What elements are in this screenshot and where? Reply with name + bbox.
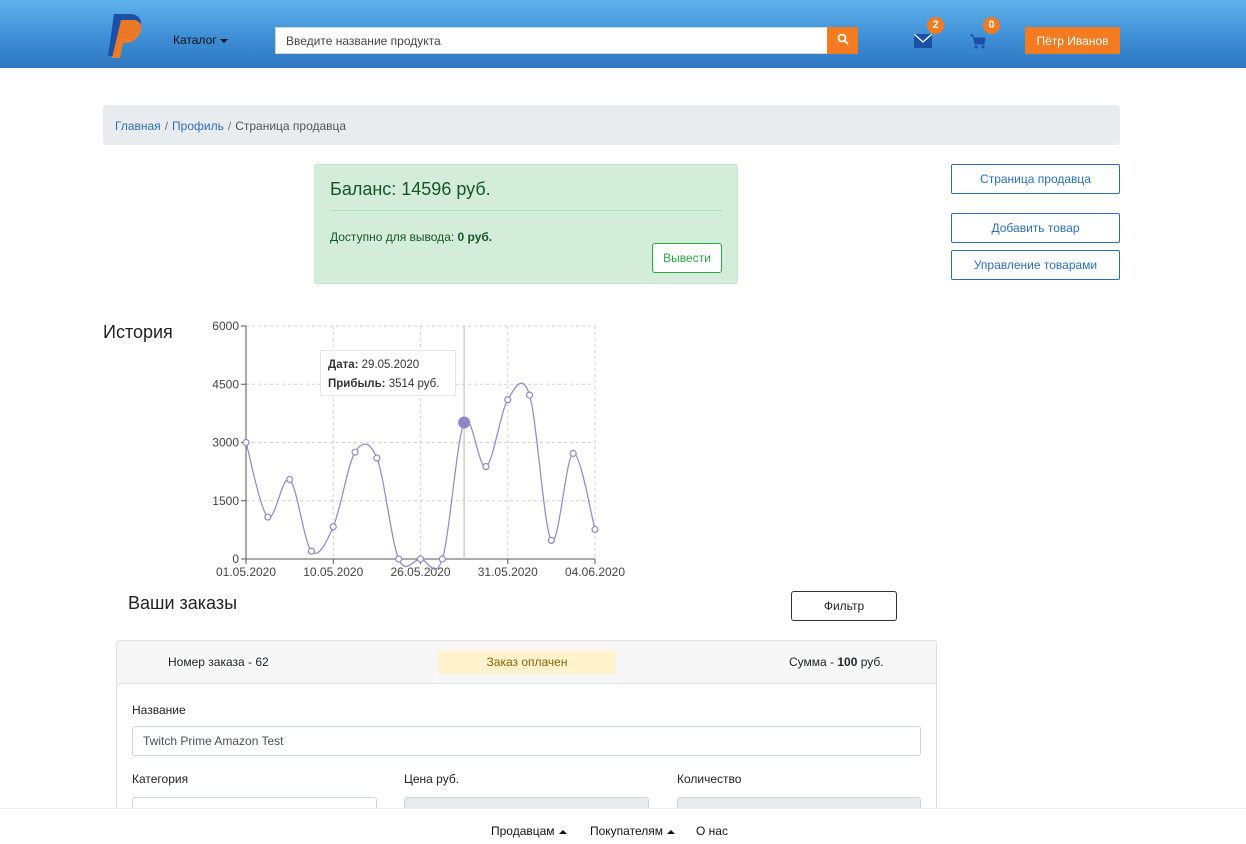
breadcrumb-home-link[interactable]: Главная — [115, 119, 161, 133]
data-point — [395, 555, 403, 563]
seller-page-button[interactable]: Страница продавца — [951, 164, 1120, 194]
data-point — [438, 555, 446, 563]
breadcrumb-separator: / — [164, 119, 169, 133]
y-tick-label: 4500 — [212, 377, 239, 391]
caret-up-icon — [666, 829, 675, 834]
breadcrumb: Главная / Профиль / Страница продавца — [103, 105, 1120, 145]
data-point — [591, 525, 599, 534]
data-point — [504, 396, 512, 404]
available-withdraw: Доступно для вывода: 0 руб. — [330, 230, 492, 244]
data-point — [482, 462, 490, 471]
catalog-label: Каталог — [173, 33, 217, 47]
data-point — [547, 536, 555, 544]
tooltip-profit-label: Прибыль: — [328, 378, 386, 390]
envelope-icon — [914, 34, 932, 48]
x-tick-label: 10.05.2020 — [303, 565, 363, 579]
caret-down-icon — [219, 38, 228, 43]
search-button[interactable] — [827, 27, 858, 54]
order-status-badge: Заказ оплачен — [438, 651, 616, 674]
breadcrumb-current: Страница продавца — [235, 119, 347, 133]
tooltip-profit-value: 3514 руб. — [385, 378, 440, 390]
cart-badge: 0 — [983, 17, 1000, 34]
data-point — [307, 547, 316, 555]
tooltip-date-row: Дата: 29.05.2020 — [328, 356, 448, 375]
footer-buyers-link[interactable]: Покупателям — [590, 824, 675, 838]
logo[interactable] — [108, 12, 144, 58]
footer: Продавцам Покупателям О нас — [0, 808, 1246, 844]
y-tick-label: 6000 — [212, 319, 239, 333]
history-heading: История — [103, 322, 173, 342]
sum-value: 100 — [837, 655, 858, 669]
category-label: Категория — [132, 772, 189, 786]
divider — [330, 210, 722, 211]
cart-button[interactable]: 0 — [970, 17, 1000, 50]
tooltip-date-value: 29.05.2020 — [358, 359, 420, 371]
name-field[interactable] — [132, 726, 921, 756]
catalog-dropdown[interactable]: Каталог — [173, 33, 228, 47]
messages-badge: 2 — [927, 17, 944, 34]
filter-button[interactable]: Фильтр — [791, 591, 897, 621]
cart-icon — [970, 34, 986, 49]
available-label: Доступно для вывода: — [330, 230, 458, 244]
order-number: Номер заказа - 62 — [168, 655, 269, 669]
footer-about-link[interactable]: О нас — [696, 824, 728, 838]
caret-up-icon — [558, 829, 567, 834]
breadcrumb-profile-link[interactable]: Профиль — [172, 119, 224, 133]
data-point — [416, 555, 425, 563]
y-tick-label: 0 — [232, 552, 239, 566]
data-point — [286, 475, 294, 483]
order-header[interactable]: Номер заказа - 62 Заказ оплачен Сумма - … — [117, 641, 936, 684]
order-card: Номер заказа - 62 Заказ оплачен Сумма - … — [116, 640, 937, 830]
tooltip-profit-row: Прибыль: 3514 руб. — [328, 375, 448, 394]
sum-unit: руб. — [857, 655, 884, 669]
quantity-label: Количество — [677, 772, 742, 786]
footer-buyers-label: Покупателям — [590, 824, 663, 838]
orders-heading: Ваши заказы — [128, 593, 238, 613]
data-point — [329, 523, 337, 531]
footer-sellers-link[interactable]: Продавцам — [491, 824, 567, 838]
y-tick-label: 1500 — [212, 494, 239, 508]
data-point — [525, 391, 534, 399]
user-menu-button[interactable]: Пётр Иванов — [1025, 27, 1120, 54]
withdraw-button[interactable]: Вывести — [652, 243, 722, 273]
manage-products-button[interactable]: Управление товарами — [951, 250, 1120, 280]
messages-button[interactable]: 2 — [914, 17, 944, 50]
chart-tooltip: Дата: 29.05.2020 Прибыль: 3514 руб. — [320, 350, 456, 396]
y-tick-label: 3000 — [212, 436, 239, 450]
data-point — [569, 449, 577, 457]
breadcrumb-separator: / — [227, 119, 232, 133]
balance-panel: Баланс: 14596 руб. Доступно для вывода: … — [314, 164, 738, 284]
data-point — [264, 513, 272, 521]
name-label: Название — [132, 703, 186, 717]
available-value: 0 руб. — [457, 230, 493, 244]
x-tick-label: 04.06.2020 — [565, 565, 625, 579]
x-tick-label: 31.05.2020 — [478, 565, 538, 579]
data-point — [242, 438, 250, 447]
search-icon — [837, 33, 849, 45]
footer-sellers-label: Продавцам — [491, 824, 555, 838]
search-input[interactable] — [275, 27, 827, 54]
balance-title: Баланс: 14596 руб. — [330, 179, 491, 199]
x-tick-label: 01.05.2020 — [216, 565, 276, 579]
top-navbar: Каталог 2 0 Пётр Иванов — [0, 0, 1246, 68]
tooltip-date-label: Дата: — [328, 359, 359, 371]
sum-label: Сумма - — [789, 655, 838, 669]
data-point — [373, 454, 381, 462]
order-sum: Сумма - 100 руб. — [789, 655, 884, 669]
data-point — [351, 448, 359, 456]
price-label: Цена руб. — [404, 772, 460, 786]
x-tick-label: 26.05.2020 — [390, 565, 450, 579]
data-point-active — [458, 416, 471, 429]
add-product-button[interactable]: Добавить товар — [951, 213, 1120, 243]
